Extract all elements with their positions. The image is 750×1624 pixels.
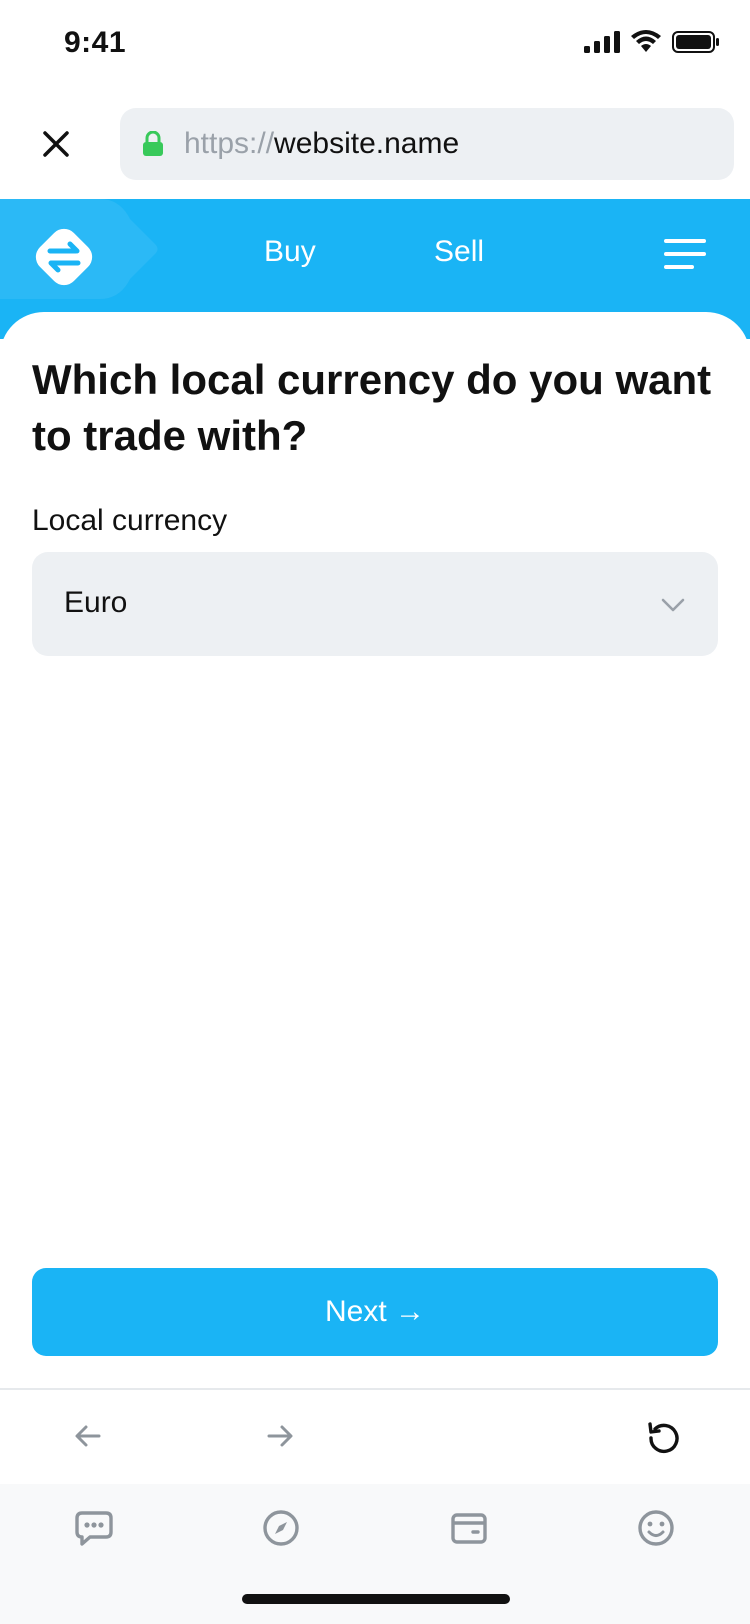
url-text: https://website.name <box>184 127 459 161</box>
url-field[interactable]: https://website.name <box>120 108 734 180</box>
tab-wallet[interactable] <box>443 1502 495 1554</box>
compass-icon <box>263 1510 299 1546</box>
lock-icon <box>143 131 163 156</box>
url-prefix: https:// <box>184 127 275 160</box>
status-icons <box>584 30 720 54</box>
battery-icon <box>672 31 719 53</box>
menu-icon-line <box>664 239 706 243</box>
close-button[interactable] <box>34 122 78 166</box>
status-bar: 9:41 <box>0 0 750 92</box>
home-indicator <box>242 1594 510 1604</box>
chat-icon <box>75 1511 113 1546</box>
exchange-logo-icon <box>35 228 93 286</box>
tab-explore[interactable] <box>255 1502 307 1554</box>
forward-button[interactable] <box>256 1412 304 1460</box>
page-title: Which local currency do you want to trad… <box>32 356 712 459</box>
currency-select[interactable]: Euro <box>32 552 718 656</box>
status-time: 9:41 <box>64 26 127 59</box>
menu-icon-line <box>664 252 706 256</box>
back-arrow-icon <box>75 1425 101 1447</box>
back-button[interactable] <box>64 1412 112 1460</box>
menu-button[interactable] <box>664 239 706 273</box>
url-host: website.name <box>274 127 460 160</box>
menu-icon-line <box>664 265 694 269</box>
tab-profile[interactable] <box>630 1502 682 1554</box>
tab-bar <box>0 1484 750 1624</box>
currency-select-value: Euro <box>64 586 128 619</box>
smiley-icon <box>638 1510 674 1546</box>
browser-address-row: https://website.name <box>0 92 750 198</box>
forward-arrow-icon <box>267 1425 293 1447</box>
close-icon <box>43 131 69 157</box>
chevron-down-icon <box>661 598 685 612</box>
content-card: Which local currency do you want to trad… <box>0 312 750 1392</box>
reload-button[interactable] <box>640 1412 688 1460</box>
tab-chat[interactable] <box>68 1502 120 1554</box>
logo[interactable] <box>30 223 98 291</box>
next-button[interactable]: Next → <box>32 1268 718 1356</box>
wifi-icon <box>631 30 661 52</box>
nav-sell-link[interactable]: Sell <box>434 235 484 269</box>
reload-icon <box>648 1422 679 1454</box>
nav-buy-link[interactable]: Buy <box>264 235 316 269</box>
currency-field-label: Local currency <box>32 504 228 537</box>
browser-toolbar <box>0 1388 750 1484</box>
signal-icon <box>584 31 620 53</box>
wallet-icon <box>451 1513 487 1544</box>
